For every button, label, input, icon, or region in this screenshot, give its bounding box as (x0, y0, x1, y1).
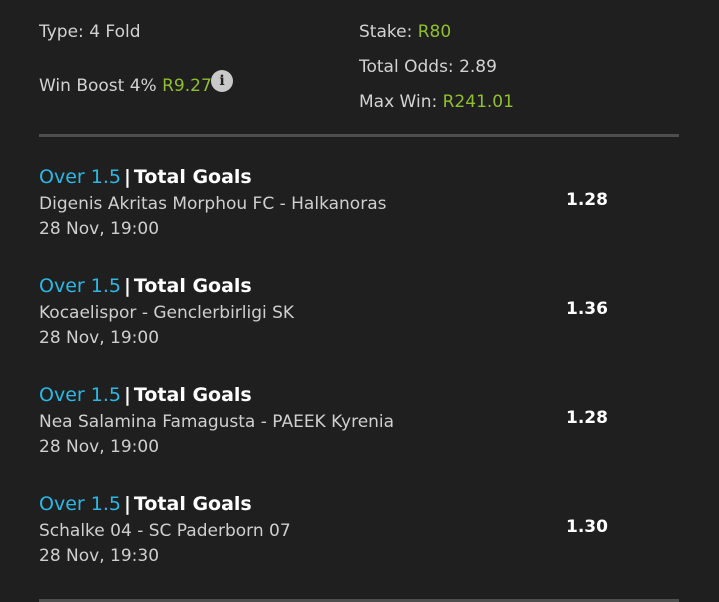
bet-leg: Over 1.5 | Total Goals Digenis Akritas Mor… (0, 166, 719, 266)
market-name: Total Goals (133, 384, 252, 406)
bet-type-label: Type: (39, 22, 84, 42)
market-name: Total Goals (133, 493, 252, 515)
info-icon[interactable]: i (211, 70, 233, 92)
stake-label: Stake: (359, 22, 413, 42)
bet-market: Over 1.5 | Total Goals (39, 384, 252, 406)
win-boost-label: Win Boost 4% (39, 76, 157, 96)
bet-odds: 1.36 (566, 299, 608, 319)
max-win-label: Max Win: (359, 92, 438, 112)
bet-selection: Over 1.5 (39, 493, 121, 515)
max-win-value: R241.01 (442, 92, 514, 112)
market-separator: | (123, 166, 131, 188)
bet-type: Type: 4 Fold (39, 22, 141, 42)
bet-odds: 1.30 (566, 517, 608, 537)
market-name: Total Goals (133, 275, 252, 297)
event-time: 28 Nov, 19:30 (39, 546, 160, 566)
event-name: Digenis Akritas Morphou FC - Halkanoras (39, 194, 387, 214)
event-name: Nea Salamina Famagusta - PAEEK Kyrenia (39, 412, 395, 432)
total-odds-value: 2.89 (459, 57, 497, 77)
total-odds: Total Odds: 2.89 (359, 57, 497, 77)
win-boost: Win Boost 4% R9.27 (39, 76, 212, 96)
event-time: 28 Nov, 19:00 (39, 219, 160, 239)
market-separator: | (123, 493, 131, 515)
bet-leg: Over 1.5 | Total Goals Nea Salamina Famagu… (0, 384, 719, 484)
event-time: 28 Nov, 19:00 (39, 437, 160, 457)
market-separator: | (123, 384, 131, 406)
summary-divider (39, 134, 679, 137)
stake: Stake: R80 (359, 22, 451, 42)
bet-type-value: 4 Fold (89, 22, 141, 42)
bet-selection: Over 1.5 (39, 166, 121, 188)
market-separator: | (123, 275, 131, 297)
event-name: Schalke 04 - SC Paderborn 07 (39, 521, 291, 541)
bet-odds: 1.28 (566, 408, 608, 428)
bet-market: Over 1.5 | Total Goals (39, 275, 252, 297)
bet-market: Over 1.5 | Total Goals (39, 166, 252, 188)
win-boost-value: R9.27 (162, 76, 212, 96)
stake-value: R80 (417, 22, 452, 42)
bet-leg: Over 1.5 | Total Goals Schalke 04 - SC Pad… (0, 493, 719, 593)
bet-summary: Type: 4 Fold Win Boost 4% R9.27 i Stake:… (0, 0, 719, 140)
bet-selection: Over 1.5 (39, 384, 121, 406)
bet-leg: Over 1.5 | Total Goals Kocaelispor - Gencl… (0, 275, 719, 375)
bet-odds: 1.28 (566, 190, 608, 210)
total-odds-label: Total Odds: (359, 57, 454, 77)
max-win: Max Win: R241.01 (359, 92, 514, 112)
bet-market: Over 1.5 | Total Goals (39, 493, 252, 515)
event-time: 28 Nov, 19:00 (39, 328, 160, 348)
bet-selection: Over 1.5 (39, 275, 121, 297)
event-name: Kocaelispor - Genclerbirligi SK (39, 303, 295, 323)
market-name: Total Goals (133, 166, 252, 188)
